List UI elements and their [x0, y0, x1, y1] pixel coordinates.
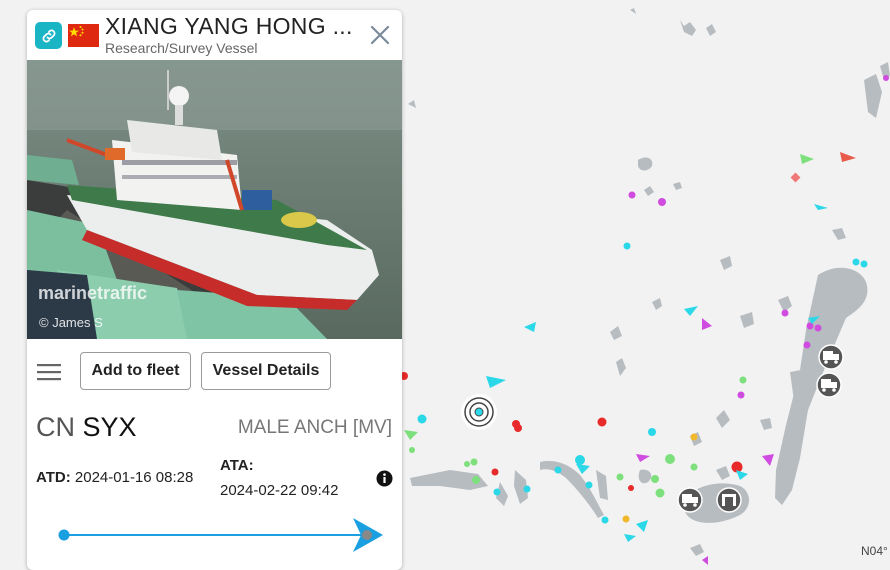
flag-code: CN	[36, 412, 75, 442]
photo-watermark: marinetraffic	[38, 283, 148, 303]
truck-icon[interactable]	[818, 344, 844, 370]
panel-header: XIANG YANG HONG ... Research/Survey Vess…	[27, 10, 402, 60]
vessel-details-button[interactable]: Vessel Details	[201, 352, 331, 390]
origin-dot	[58, 529, 70, 541]
atd-line: ATD: 2024-01-16 08:28	[36, 469, 193, 486]
origin-port: SYX	[82, 412, 137, 442]
destination-port: MALE ANCH [MV]	[237, 417, 392, 438]
info-icon[interactable]	[376, 470, 393, 487]
vessel-photo[interactable]: marinetraffic © James S	[27, 60, 402, 339]
coordinate-readout: N04°	[861, 544, 888, 558]
vessel-name: XIANG YANG HONG ...	[105, 13, 353, 39]
atd-label: ATD:	[36, 469, 71, 486]
china-flag-icon	[68, 24, 99, 47]
truck-icon[interactable]	[677, 487, 703, 513]
photo-credit: © James S	[39, 315, 103, 330]
ata-label: ATA:	[220, 457, 254, 474]
port-gate-icon[interactable]	[716, 487, 742, 513]
selected-vessel-target-icon[interactable]	[461, 394, 497, 430]
atd-value: 2024-01-16 08:28	[74, 469, 194, 486]
route-summary: CN SYX MALE ANCH [MV]	[27, 410, 402, 446]
voyage-progress	[58, 518, 383, 552]
truck-icon[interactable]	[816, 372, 842, 398]
close-icon[interactable]	[369, 24, 391, 46]
vessel-info-panel: XIANG YANG HONG ... Research/Survey Vess…	[27, 10, 402, 570]
add-to-fleet-button[interactable]: Add to fleet	[80, 352, 191, 390]
menu-icon[interactable]	[37, 363, 61, 381]
vessel-type: Research/Survey Vessel	[105, 40, 258, 56]
link-button[interactable]	[35, 22, 62, 49]
route-origin: CN SYX	[36, 412, 137, 443]
ata-value: 2024-02-22 09:42	[220, 482, 339, 499]
link-icon	[42, 29, 55, 42]
